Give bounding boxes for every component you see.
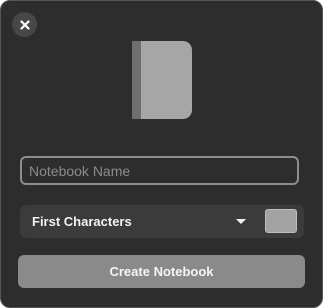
notebook-style-row: First Characters <box>20 205 304 238</box>
new-notebook-dialog: First Characters Create Notebook <box>0 0 323 308</box>
close-button[interactable] <box>12 12 37 37</box>
notebook-style-selected-value: First Characters <box>32 214 132 229</box>
notebook-icon <box>132 41 192 119</box>
close-icon <box>19 19 30 30</box>
notebook-color-picker[interactable] <box>265 209 297 233</box>
create-notebook-button[interactable]: Create Notebook <box>18 255 305 288</box>
notebook-name-input[interactable] <box>20 156 299 185</box>
chevron-down-icon <box>236 219 246 224</box>
notebook-style-select[interactable]: First Characters <box>20 205 258 238</box>
